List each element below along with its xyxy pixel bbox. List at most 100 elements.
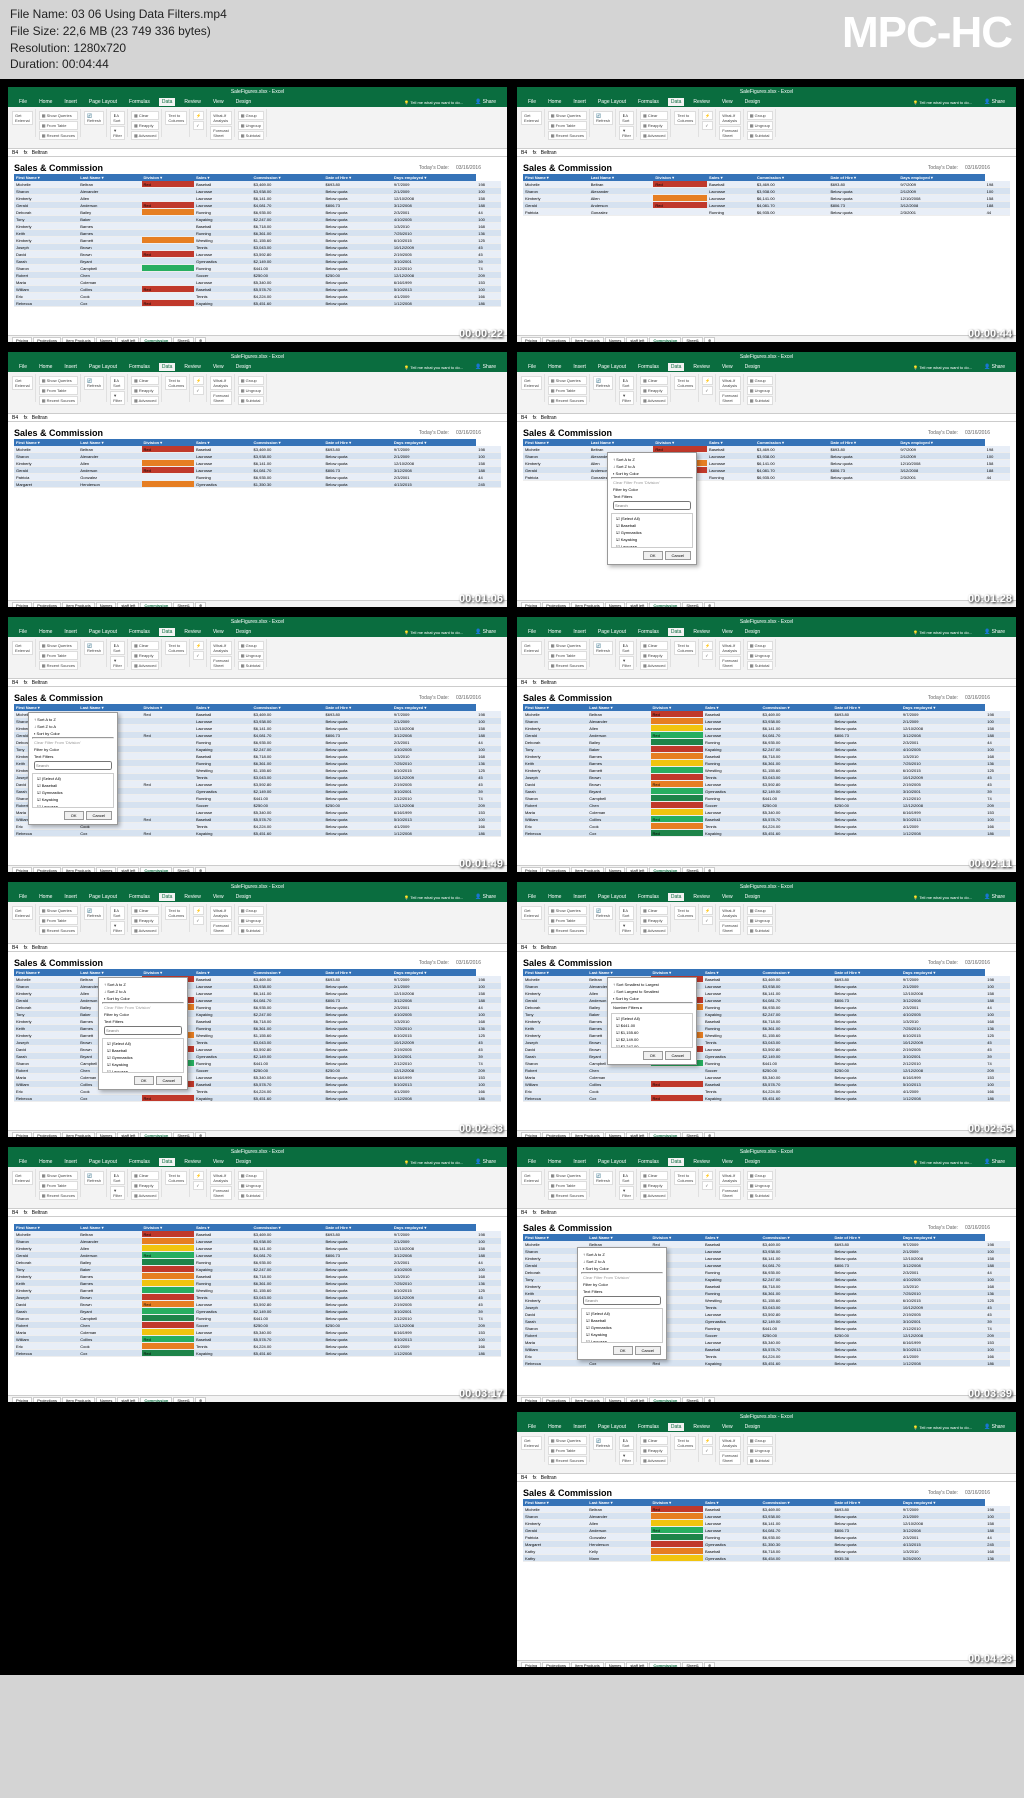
col-header[interactable]: Division ▾: [651, 704, 703, 711]
tab-home[interactable]: Home: [36, 98, 55, 106]
col-header[interactable]: Date of Hire ▾: [833, 969, 901, 976]
sort-button[interactable]: ⬇ASort: [619, 111, 634, 125]
tab-formulas[interactable]: Formulas: [635, 1158, 662, 1166]
new-sheet-button[interactable]: ⊕: [195, 867, 206, 872]
table-row[interactable]: KimberlyBarnettWrestling$1,155.60Below q…: [523, 767, 1010, 774]
thumbnail[interactable]: SaleFigures.xlsx - Excel FileHomeInsertP…: [8, 617, 507, 872]
tab-insert[interactable]: Insert: [570, 893, 589, 901]
sheet-tab[interactable]: staff left: [117, 337, 139, 342]
thumbnail[interactable]: SaleFigures.xlsx - Excel FileHomeInsertP…: [8, 352, 507, 607]
tab-insert[interactable]: Insert: [61, 363, 80, 371]
refresh-button[interactable]: 🔄Refresh: [84, 111, 104, 125]
thumbnail[interactable]: [8, 1412, 507, 1667]
group-button[interactable]: ▦ Group: [747, 111, 773, 120]
whatif-button[interactable]: What-IfAnalysis: [210, 1171, 232, 1185]
sort-button[interactable]: ⬇ASort: [110, 1171, 125, 1185]
new-sheet-button[interactable]: ⊕: [195, 1397, 206, 1402]
tell-me[interactable]: 💡 Tell me what you want to do...: [401, 629, 466, 636]
filter-button[interactable]: ▼Filter: [619, 391, 634, 405]
sheet-tab[interactable]: Projections: [542, 337, 570, 342]
ribbon-tabs[interactable]: FileHomeInsertPage LayoutFormulasDataRev…: [517, 1422, 1016, 1432]
ok-button[interactable]: OK: [643, 1051, 663, 1060]
queries-button[interactable]: ▦ Show Queries: [39, 641, 78, 650]
table-row[interactable]: KimberlyAllenLacrosse$6,141.00Below quot…: [523, 725, 1010, 732]
sheet-tab[interactable]: Item Products: [571, 337, 604, 342]
tell-me[interactable]: 💡 Tell me what you want to do...: [910, 894, 975, 901]
table-row[interactable]: GeraldAndersonRedLacrosse$4,081.70$806.7…: [523, 202, 1010, 209]
sheet-tab[interactable]: Names: [96, 337, 117, 342]
col-header[interactable]: Sales ▾: [707, 439, 755, 446]
sheet-tab[interactable]: Pricing: [521, 1397, 541, 1402]
col-header[interactable]: First Name ▾: [14, 969, 78, 976]
sheet-tab[interactable]: Pricing: [521, 1662, 541, 1667]
filter-search[interactable]: [613, 501, 691, 510]
spreadsheet-area[interactable]: Sales & Commission Today's Date: 03/16/2…: [517, 952, 1016, 1130]
whatif-button[interactable]: What-IfAnalysis: [210, 376, 232, 390]
col-header[interactable]: Days employed ▾: [392, 969, 476, 976]
queries-button[interactable]: ▦ Show Queries: [39, 1171, 78, 1180]
tab-home[interactable]: Home: [36, 1158, 55, 1166]
whatif-button[interactable]: What-IfAnalysis: [719, 906, 741, 920]
tab-home[interactable]: Home: [36, 363, 55, 371]
sheet-tab[interactable]: Sheet1: [173, 867, 194, 872]
get-data-button[interactable]: GetExternal: [521, 906, 542, 920]
refresh-button[interactable]: 🔄Refresh: [84, 376, 104, 390]
col-header[interactable]: Sales ▾: [707, 174, 755, 181]
share-button[interactable]: 👤 Share: [472, 1158, 499, 1166]
sheet-tab[interactable]: staff left: [626, 1662, 648, 1667]
table-row[interactable]: SarahBryantGymnastics$2,149.00Below quot…: [523, 788, 1010, 795]
queries-button[interactable]: ▦ Show Queries: [39, 376, 78, 385]
tab-data[interactable]: Data: [668, 1423, 685, 1431]
tab-review[interactable]: Review: [690, 893, 712, 901]
new-sheet-button[interactable]: ⊕: [704, 602, 715, 607]
queries-button[interactable]: ▦ Show Queries: [548, 906, 587, 915]
new-sheet-button[interactable]: ⊕: [704, 337, 715, 342]
col-header[interactable]: Last Name ▾: [587, 1234, 650, 1241]
tab-data[interactable]: Data: [668, 893, 685, 901]
sheet-tab[interactable]: Item Products: [62, 337, 95, 342]
col-header[interactable]: Date of Hire ▾: [324, 969, 392, 976]
sheet-tabs[interactable]: PricingProjectionsItem ProductsNamesstaf…: [517, 600, 1016, 607]
tab-insert[interactable]: Insert: [570, 363, 589, 371]
sheet-tab[interactable]: Projections: [542, 1662, 570, 1667]
sheet-tab[interactable]: Commission: [649, 1662, 681, 1667]
sheet-tab[interactable]: Item Products: [62, 602, 95, 607]
refresh-button[interactable]: 🔄Refresh: [84, 641, 104, 655]
tab-pagelayout[interactable]: Page Layout: [86, 1158, 120, 1166]
tell-me[interactable]: 💡 Tell me what you want to do...: [910, 99, 975, 106]
text-columns-button[interactable]: Text toColumns: [165, 906, 187, 920]
refresh-button[interactable]: 🔄Refresh: [593, 376, 613, 390]
col-header[interactable]: Sales ▾: [194, 174, 252, 181]
sheet-tab[interactable]: Item Products: [571, 602, 604, 607]
tab-insert[interactable]: Insert: [570, 98, 589, 106]
table-row[interactable]: KeithBarnesRunning$6,361.00Below quota7/…: [523, 760, 1010, 767]
ribbon-tabs[interactable]: FileHomeInsertPage LayoutFormulasDataRev…: [517, 627, 1016, 637]
spreadsheet-area[interactable]: Sales & Commission Today's Date: 03/16/2…: [8, 157, 507, 335]
col-header[interactable]: Division ▾: [653, 174, 707, 181]
filter-button[interactable]: ▼Filter: [619, 1451, 634, 1465]
sheet-tab[interactable]: Names: [605, 337, 626, 342]
text-columns-button[interactable]: Text toColumns: [165, 641, 187, 655]
table-row[interactable]: DavidBrownRedLacrosse$3,592.80Below quot…: [523, 1046, 1010, 1053]
sheet-tabs[interactable]: PricingProjectionsItem ProductsNamesstaf…: [517, 865, 1016, 872]
col-header[interactable]: Last Name ▾: [78, 174, 141, 181]
sheet-tab[interactable]: Projections: [33, 337, 61, 342]
table-row[interactable]: RobertChenSoccer$250.00$250.0012/12/2008…: [523, 802, 1010, 809]
tab-formulas[interactable]: Formulas: [635, 363, 662, 371]
whatif-button[interactable]: What-IfAnalysis: [719, 1171, 741, 1185]
col-header[interactable]: Sales ▾: [703, 1499, 761, 1506]
sheet-tabs[interactable]: PricingProjectionsItem ProductsNamesstaf…: [517, 1395, 1016, 1402]
tab-view[interactable]: View: [719, 363, 736, 371]
sheet-tab[interactable]: Names: [96, 867, 117, 872]
col-header[interactable]: Commission ▾: [761, 704, 833, 711]
tab-insert[interactable]: Insert: [61, 98, 80, 106]
formula-bar[interactable]: B4 fx Beltran: [8, 1209, 507, 1217]
tab-design[interactable]: Design: [742, 893, 764, 901]
thumbnail[interactable]: SaleFigures.xlsx - Excel FileHomeInsertP…: [517, 617, 1016, 872]
ribbon-tabs[interactable]: FileHomeInsertPage LayoutFormulasDataRev…: [8, 362, 507, 372]
tab-insert[interactable]: Insert: [570, 628, 589, 636]
tab-home[interactable]: Home: [545, 1158, 564, 1166]
tab-design[interactable]: Design: [742, 628, 764, 636]
whatif-button[interactable]: What-IfAnalysis: [210, 906, 232, 920]
sheet-tab[interactable]: Names: [96, 1132, 117, 1137]
